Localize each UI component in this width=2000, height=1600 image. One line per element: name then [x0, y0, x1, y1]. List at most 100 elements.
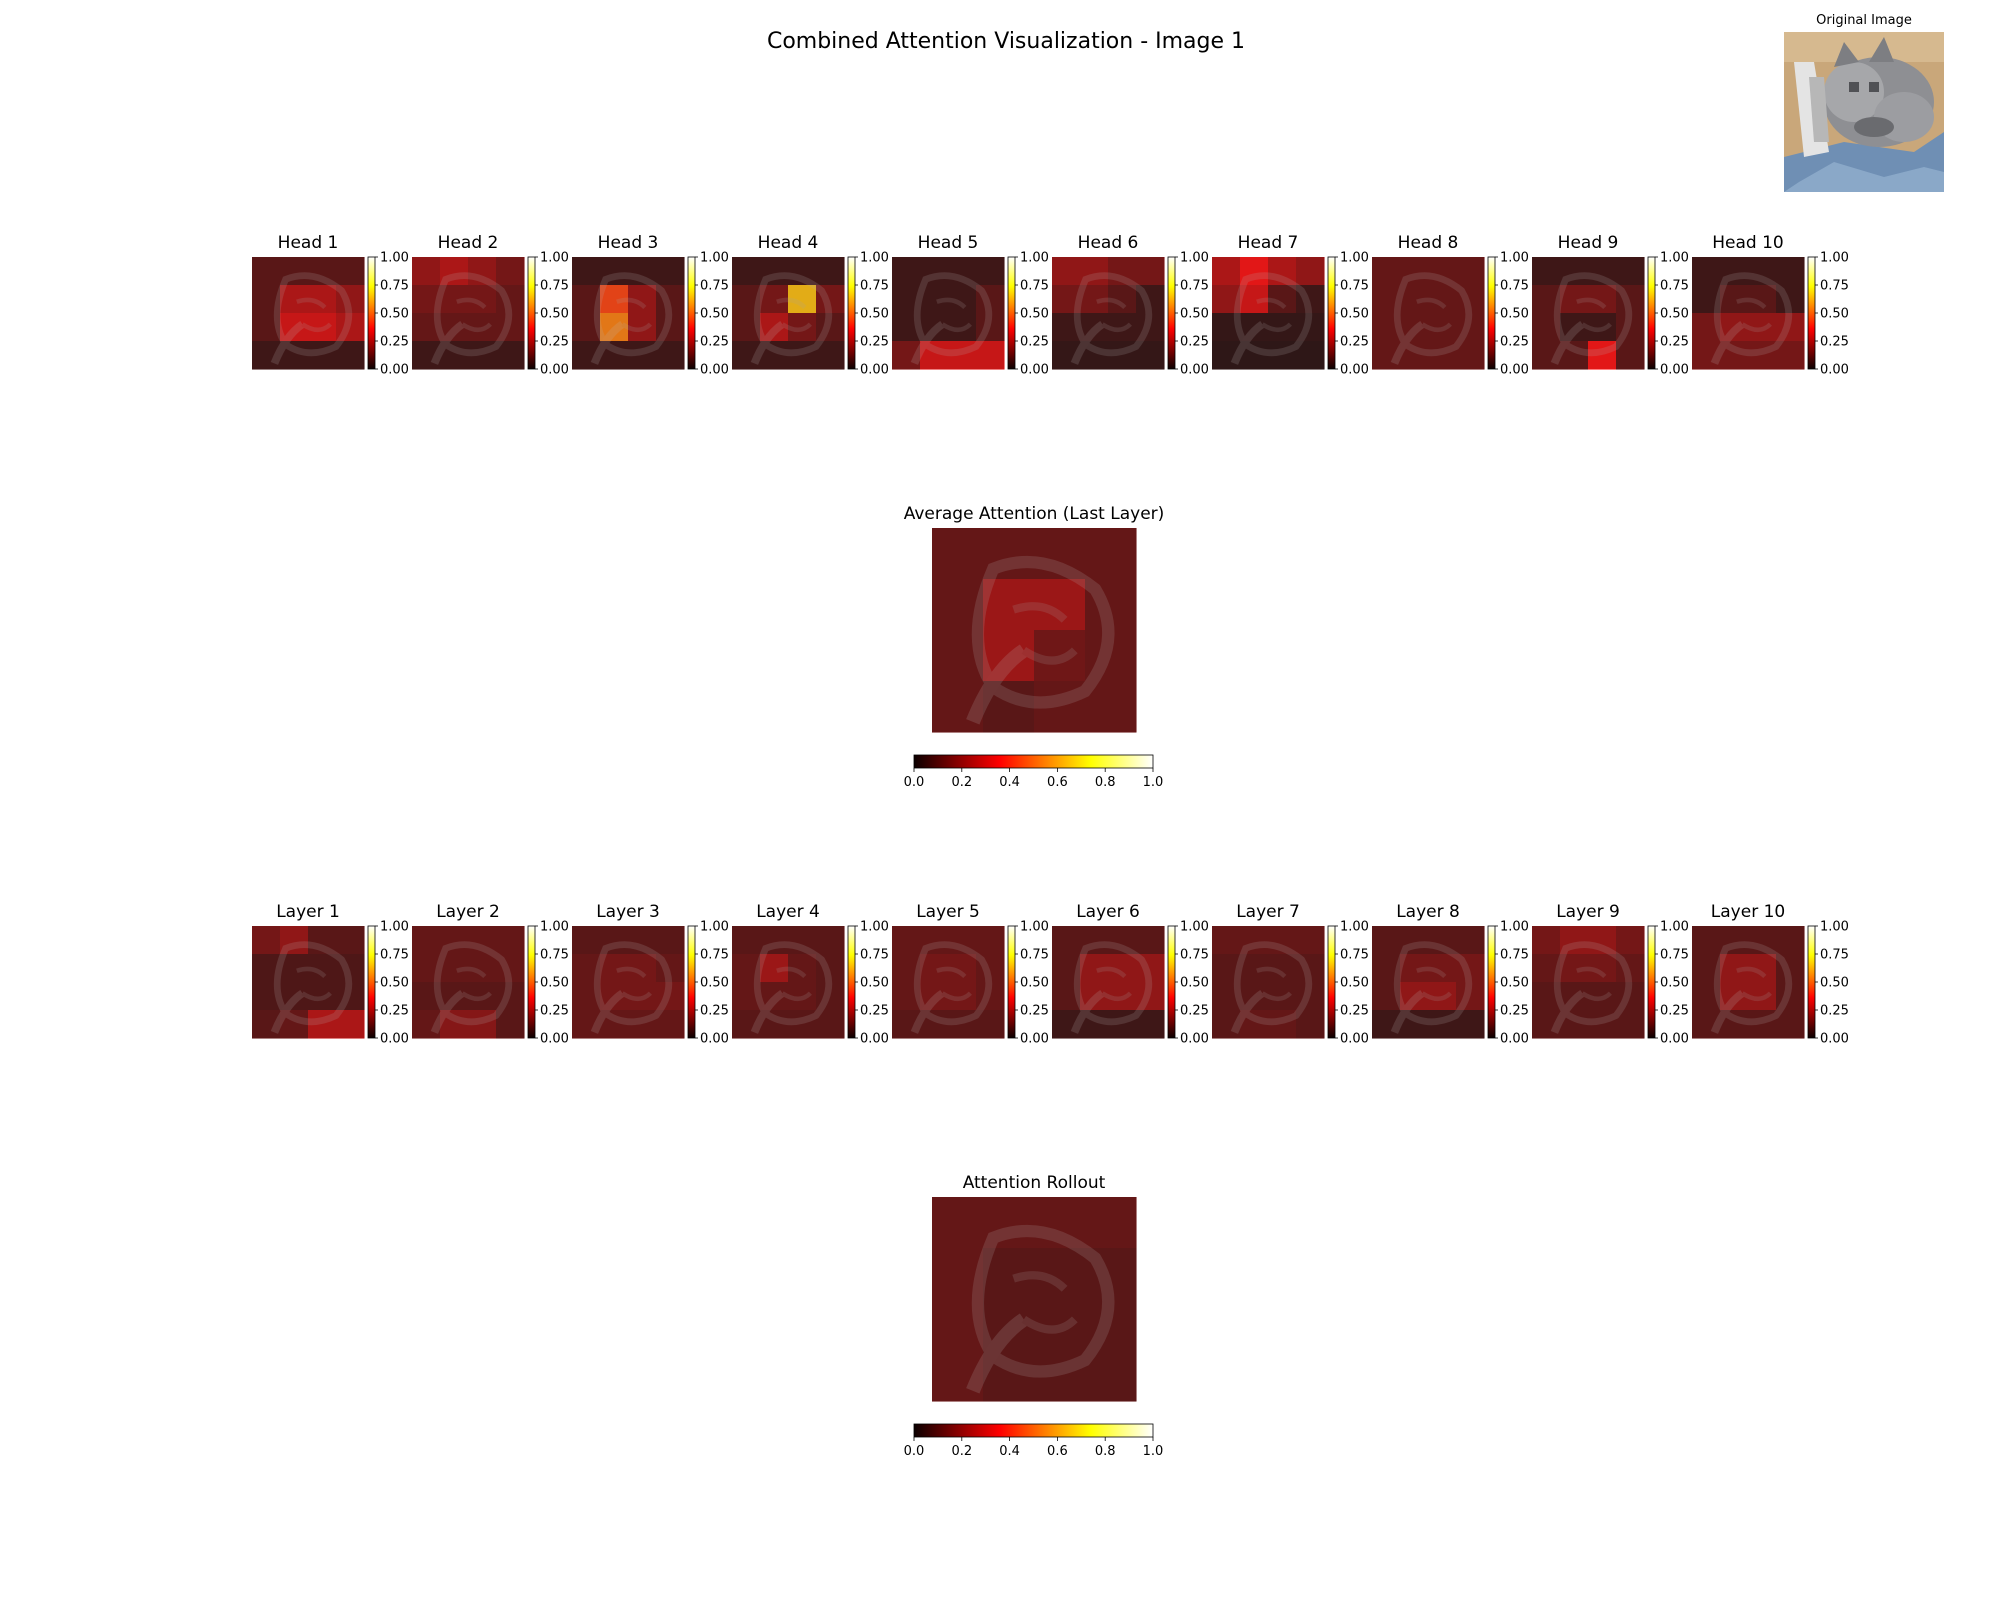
- head-4-colorbar: 0.00 0.25 0.50 0.75 1.00: [847, 251, 889, 378]
- overlay-tint: [1692, 257, 1804, 369]
- colorbar-tick-label: 0.00: [860, 363, 889, 378]
- layer-7-colorbar: 0.00 0.25 0.50 0.75 1.00: [1327, 920, 1369, 1047]
- colorbar-tick-label: 0.00: [1500, 1032, 1529, 1047]
- colorbar-tick-label: 0.50: [380, 976, 409, 991]
- colorbar-gradient: [1807, 925, 1816, 1039]
- layer-9-panel: Layer 9 0.00 0.25 0.50 0.75 1.00: [1532, 902, 1689, 1047]
- colorbar-tick-label: 0.25: [1500, 335, 1529, 350]
- layer-3-heatmap: [572, 926, 685, 1039]
- colorbar-tick-label: 0.25: [380, 335, 409, 350]
- colorbar-tick-label: 0.50: [1340, 307, 1369, 322]
- head-10-panel: Head 10 0.00 0.25 0.50 0.75 1.00: [1692, 233, 1849, 378]
- colorbar-tick-label: 1.00: [540, 251, 569, 266]
- colorbar-tick-label: 0.6: [1047, 1444, 1068, 1459]
- colorbar-gradient: [1807, 256, 1816, 370]
- colorbar-tick-label: 0.75: [1180, 279, 1209, 294]
- colorbar-tick-label: 0.00: [540, 363, 569, 378]
- colorbar-tick-label: 0.25: [1340, 1004, 1369, 1019]
- colorbar-tick-label: 1.00: [860, 251, 889, 266]
- head-6-colorbar: 0.00 0.25 0.50 0.75 1.00: [1167, 251, 1209, 378]
- colorbar-tick-label: 0.8: [1095, 1444, 1116, 1459]
- colorbar-tick-label: 0.75: [1340, 948, 1369, 963]
- colorbar-tick-label: 1.00: [1340, 920, 1369, 935]
- colorbar-tick-label: 0.2: [951, 775, 972, 790]
- colorbar-tick-label: 0.75: [540, 279, 569, 294]
- colorbar-tick-label: 0.75: [1020, 279, 1049, 294]
- colorbar-tick-label: 1.0: [1143, 1444, 1164, 1459]
- colorbar-tick-label: 0.00: [1660, 363, 1689, 378]
- average-attention-last-layer-colorbar: 0.0 0.2 0.4 0.6 0.8 1.0: [904, 754, 1163, 790]
- colorbar-gradient: [1167, 256, 1176, 370]
- overlay-tint: [932, 528, 1136, 732]
- attention-figure: Combined Attention Visualization - Image…: [252, 13, 1944, 1459]
- layer-4-colorbar: 0.00 0.25 0.50 0.75 1.00: [847, 920, 889, 1047]
- colorbar-tick-label: 0.75: [860, 279, 889, 294]
- overlay-tint: [252, 926, 364, 1038]
- colorbar-tick-label: 0.00: [1020, 363, 1049, 378]
- colorbar-tick-label: 1.00: [1180, 920, 1209, 935]
- overlay-tint: [1692, 926, 1804, 1038]
- attention-rollout-panel: Attention Rollout 0.0 0.2 0.4 0.6 0.8 1.0: [904, 1173, 1164, 1459]
- head-5-heatmap: [892, 257, 1005, 370]
- colorbar-gradient: [913, 1423, 1154, 1438]
- colorbar-tick-label: 0.50: [1500, 307, 1529, 322]
- head-5-panel: Head 5 0.00 0.25 0.50 0.75 1.00: [892, 233, 1049, 378]
- layer-1-panel: Layer 1 0.00 0.25 0.50 0.75 1.00: [252, 902, 409, 1047]
- layer-2-title: Layer 2: [436, 902, 500, 922]
- colorbar-tick-label: 0.75: [380, 948, 409, 963]
- colorbar-tick-label: 0.50: [1020, 976, 1049, 991]
- colorbar-tick-label: 0.25: [700, 335, 729, 350]
- colorbar-tick-label: 0.25: [1180, 1004, 1209, 1019]
- head-10-heatmap: [1692, 257, 1805, 370]
- head-9-panel: Head 9 0.00 0.25 0.50 0.75 1.00: [1532, 233, 1689, 378]
- average-attention-panel: Average Attention (Last Layer)0.0 0.2 0.4 0…: [904, 504, 1165, 790]
- colorbar-tick-label: 0.50: [540, 307, 569, 322]
- colorbar-tick-label: 0.00: [860, 1032, 889, 1047]
- colorbar-tick-label: 0.2: [951, 1444, 972, 1459]
- head-7-panel: Head 7 0.00 0.25 0.50 0.75 1.00: [1212, 233, 1369, 378]
- colorbar-tick-label: 0.0: [904, 1444, 925, 1459]
- head-2-colorbar: 0.00 0.25 0.50 0.75 1.00: [527, 251, 569, 378]
- colorbar-tick-label: 0.25: [1820, 1004, 1849, 1019]
- colorbar-gradient: [527, 925, 536, 1039]
- colorbar-tick-label: 0.75: [1820, 948, 1849, 963]
- head-7-heatmap: [1212, 257, 1325, 370]
- head-9-title: Head 9: [1558, 233, 1619, 253]
- head-1-title: Head 1: [278, 233, 339, 253]
- head-8-title: Head 8: [1398, 233, 1459, 253]
- head-1-heatmap: [252, 257, 365, 370]
- average-attention-last-layer-heatmap: [932, 528, 1137, 733]
- colorbar-gradient: [1647, 256, 1656, 370]
- head-7-title: Head 7: [1238, 233, 1299, 253]
- head-8-panel: Head 8 0.00 0.25 0.50 0.75 1.00: [1372, 233, 1529, 378]
- head-5-colorbar: 0.00 0.25 0.50 0.75 1.00: [1007, 251, 1049, 378]
- colorbar-tick-label: 0.00: [700, 1032, 729, 1047]
- colorbar-tick-label: 0.6: [1047, 775, 1068, 790]
- overlay-tint: [732, 926, 844, 1038]
- layer-6-title: Layer 6: [1076, 902, 1140, 922]
- layer-10-colorbar: 0.00 0.25 0.50 0.75 1.00: [1807, 920, 1849, 1047]
- layer-9-colorbar: 0.00 0.25 0.50 0.75 1.00: [1647, 920, 1689, 1047]
- colorbar-tick-label: 0.25: [700, 1004, 729, 1019]
- colorbar-tick-label: 0.50: [700, 307, 729, 322]
- colorbar-tick-label: 0.25: [380, 1004, 409, 1019]
- colorbar-tick-label: 0.00: [1180, 1032, 1209, 1047]
- layer-4-heatmap: [732, 926, 845, 1039]
- attention-rollout-title: Attention Rollout: [963, 1173, 1106, 1193]
- colorbar-tick-label: 0.75: [1340, 279, 1369, 294]
- overlay-tint: [1372, 926, 1484, 1038]
- colorbar-tick-label: 0.00: [1180, 363, 1209, 378]
- colorbar-gradient: [1327, 925, 1336, 1039]
- colorbar-tick-label: 1.00: [860, 920, 889, 935]
- original-image-panel: Original Image: [1784, 13, 1944, 192]
- layer-1-heatmap: [252, 926, 365, 1039]
- layer-10-heatmap: [1692, 926, 1805, 1039]
- colorbar-tick-label: 1.00: [700, 920, 729, 935]
- colorbar-gradient: [527, 256, 536, 370]
- overlay-tint: [892, 926, 1004, 1038]
- colorbar-tick-label: 0.75: [1020, 948, 1049, 963]
- layer-2-heatmap: [412, 926, 525, 1039]
- layer-8-panel: Layer 8 0.00 0.25 0.50 0.75 1.00: [1372, 902, 1529, 1047]
- overlay-tint: [732, 257, 844, 369]
- colorbar-tick-label: 1.00: [1660, 251, 1689, 266]
